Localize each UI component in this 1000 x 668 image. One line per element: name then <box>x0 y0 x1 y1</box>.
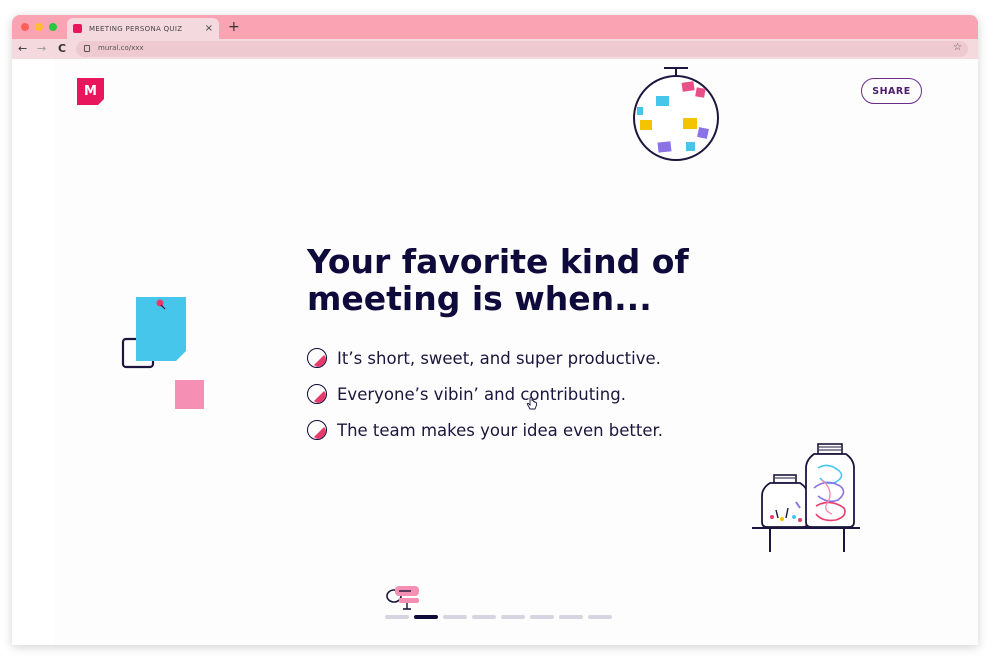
candy-jars-illustration <box>752 443 860 552</box>
question-title: Your favorite kind of meeting is when... <box>307 242 689 318</box>
progress-segment-7 <box>559 615 583 619</box>
hand-cursor-icon <box>526 397 537 410</box>
quiz-progress-bar <box>385 615 612 619</box>
progress-segment-4 <box>472 615 496 619</box>
answer-option-1[interactable]: It’s short, sweet, and super productive. <box>307 340 663 376</box>
mural-favicon-icon <box>73 24 82 33</box>
lock-icon <box>84 45 90 52</box>
maximize-window-button[interactable] <box>49 23 57 31</box>
progress-segment-1 <box>385 615 409 619</box>
radio-icon[interactable] <box>307 384 327 404</box>
back-button[interactable]: ← <box>18 42 27 56</box>
disco-ball-illustration <box>633 67 719 161</box>
browser-tab-bar: MEETING PERSONA QUIZ × + <box>12 15 978 39</box>
browser-toolbar: ← → C mural.co/xxx ☆ <box>12 39 978 59</box>
answer-option-3[interactable]: The team makes your idea even better. <box>307 412 663 448</box>
url-text: mural.co/xxx <box>98 44 144 52</box>
answer-options: It’s short, sweet, and super productive.… <box>307 340 663 448</box>
reload-button[interactable]: C <box>58 42 66 56</box>
answer-option-label: It’s short, sweet, and super productive. <box>337 348 661 368</box>
minimize-window-button[interactable] <box>35 23 43 31</box>
mural-logo[interactable]: M <box>77 78 104 105</box>
radio-icon[interactable] <box>307 420 327 440</box>
forward-button[interactable]: → <box>37 42 46 56</box>
browser-tab[interactable]: MEETING PERSONA QUIZ × <box>67 18 219 39</box>
address-bar[interactable]: mural.co/xxx ☆ <box>76 41 968 57</box>
tab-close-icon[interactable]: × <box>205 23 213 34</box>
close-window-button[interactable] <box>21 23 29 31</box>
sticky-note-illustration <box>121 297 204 409</box>
new-tab-button[interactable]: + <box>228 18 240 36</box>
progress-segment-3 <box>443 615 467 619</box>
progress-segment-6 <box>530 615 554 619</box>
progress-segment-2 <box>414 615 438 619</box>
window-controls <box>21 23 57 31</box>
progress-character-icon <box>386 586 419 610</box>
progress-segment-8 <box>588 615 612 619</box>
share-button[interactable]: SHARE <box>861 78 922 104</box>
answer-option-2[interactable]: Everyone’s vibin’ and contributing. <box>307 376 663 412</box>
radio-icon[interactable] <box>307 348 327 368</box>
answer-option-label: Everyone’s vibin’ and contributing. <box>337 384 626 404</box>
tab-title: MEETING PERSONA QUIZ <box>89 24 183 33</box>
bookmark-star-icon[interactable]: ☆ <box>953 42 962 53</box>
progress-segment-5 <box>501 615 525 619</box>
answer-option-label: The team makes your idea even better. <box>337 420 664 440</box>
